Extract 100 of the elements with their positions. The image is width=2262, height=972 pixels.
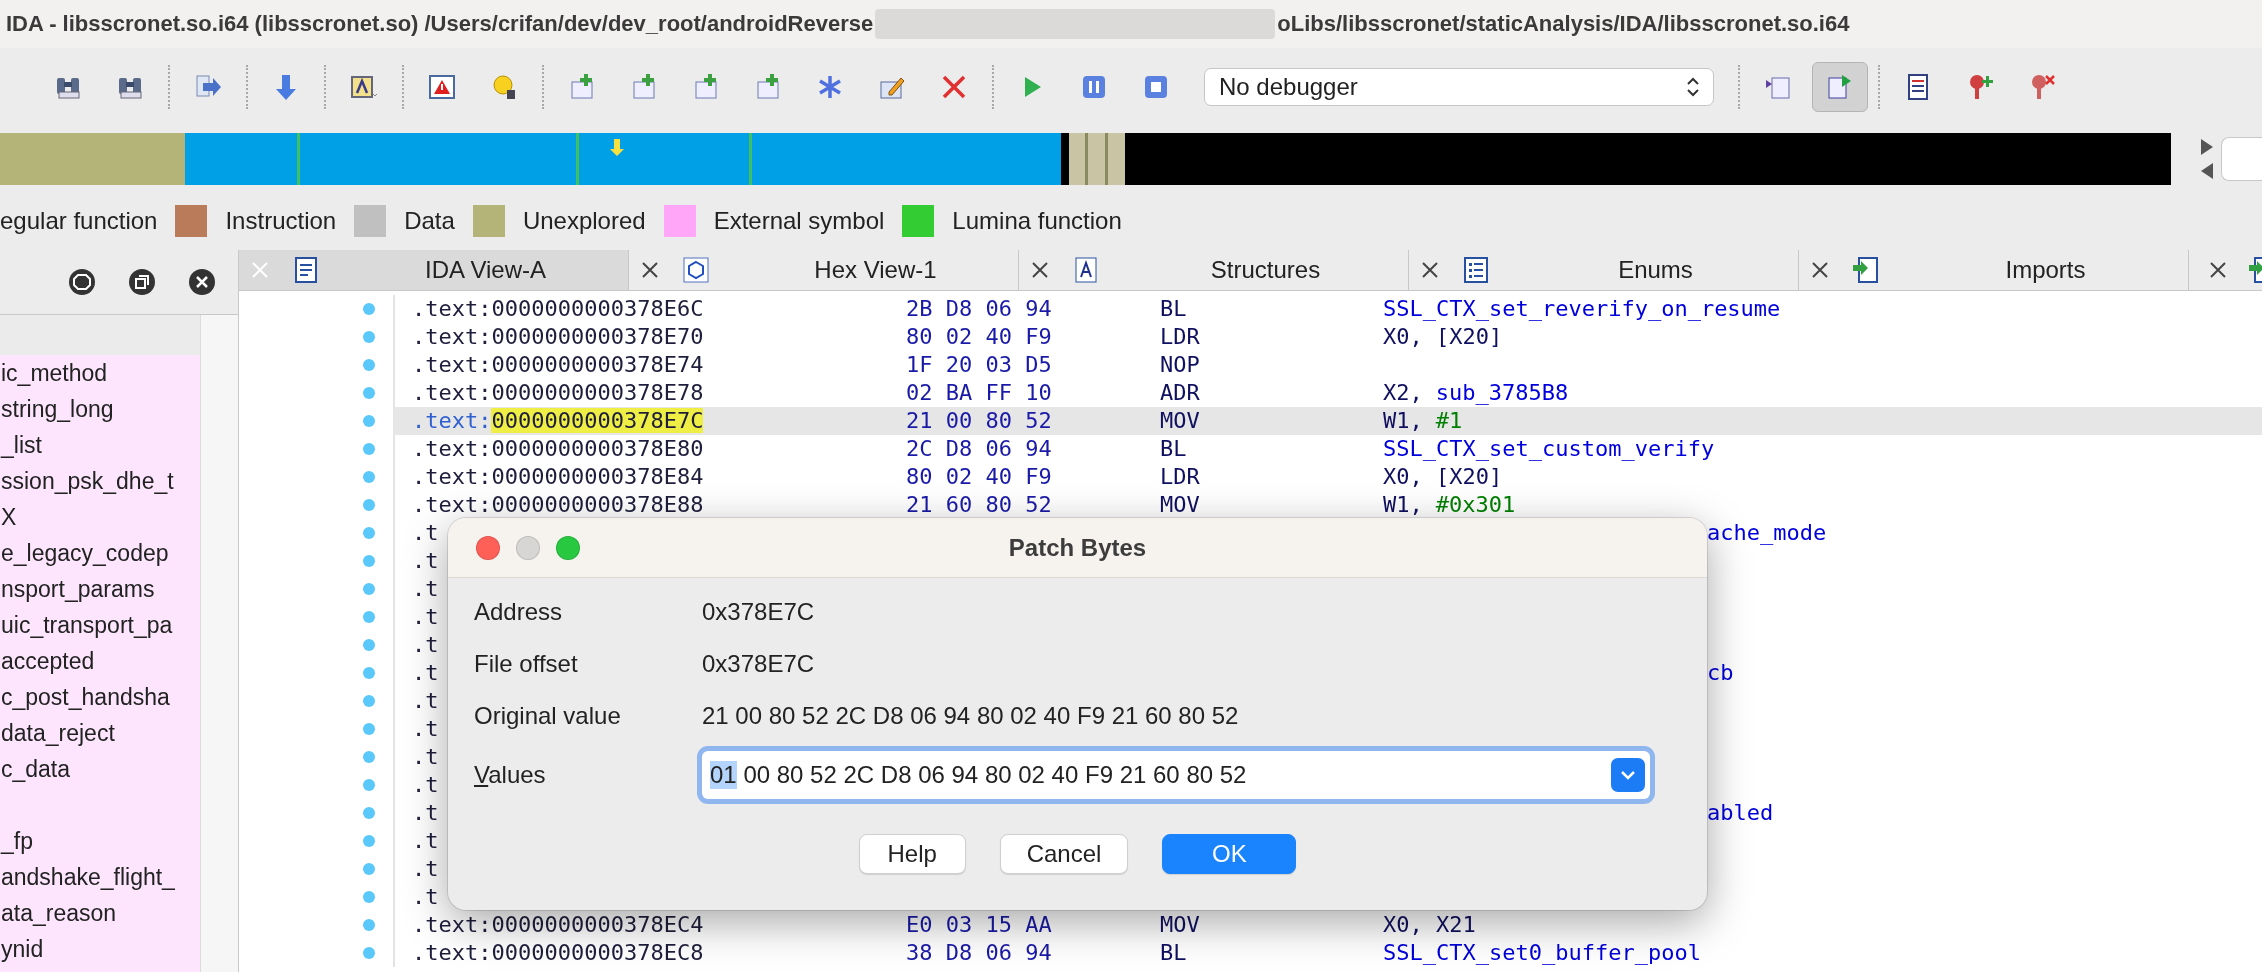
address-text: .t [412, 771, 439, 799]
function-item[interactable]: uic_transport_pa [0, 607, 200, 643]
close-icon[interactable] [641, 261, 659, 279]
address-text: 0000000000378E80 [491, 436, 704, 461]
function-item[interactable]: e_legacy_codep [0, 535, 200, 571]
line-marker-dot [363, 919, 375, 931]
address-text: 0000000000378E84 [491, 464, 704, 489]
dialog-button[interactable]: Help [858, 834, 966, 874]
zoom-button[interactable] [556, 535, 580, 560]
symbol-link[interactable]: sub_3785B8 [1435, 379, 1569, 407]
mnemonic-text: NOP [1160, 351, 1200, 379]
scroll-right-icon[interactable] [2199, 137, 2215, 156]
operand-text: X0, X21 [1383, 911, 1476, 939]
field-label: Original value [474, 702, 622, 730]
mnemonic-text: BL [1160, 939, 1187, 967]
mnemonic-text: BL [1160, 435, 1187, 463]
segment-text: .text: [412, 408, 492, 433]
function-item[interactable]: _fp [0, 787, 200, 859]
dropdown-button[interactable] [1611, 758, 1645, 792]
field-label: Values [474, 761, 547, 789]
close-icon[interactable] [1031, 261, 1049, 279]
segment-text: .text: [412, 464, 492, 489]
legend-label: External symbol [713, 207, 885, 235]
line-marker-dot [363, 331, 375, 343]
line-marker-dot [363, 611, 375, 623]
operand-text: X2, [1383, 379, 1423, 407]
dialog-button[interactable]: OK [1162, 834, 1297, 874]
operand-text: X0, [X20] [1383, 323, 1503, 351]
line-marker-dot [363, 891, 375, 903]
line-marker-dot [363, 807, 375, 819]
restore-icon[interactable] [128, 268, 156, 296]
segment-text: .text: [412, 436, 492, 461]
line-marker-dot [363, 779, 375, 791]
line-marker-dot [363, 499, 375, 511]
operand-text: W1, [1383, 491, 1423, 519]
address-text: 0000000000378EC8 [491, 940, 704, 965]
symbol-link[interactable]: SSL_CTX_set_reverify_on_resume [1383, 295, 1781, 323]
line-marker-dot [363, 443, 375, 455]
overview-box [2221, 136, 2262, 181]
function-item[interactable]: data_reject [0, 715, 200, 751]
function-item[interactable]: c_post_handsha [0, 679, 200, 715]
line-marker-dot [363, 387, 375, 399]
mnemonic-text: MOV [1160, 911, 1200, 939]
stop-icon[interactable] [68, 268, 96, 296]
field-value: 21 00 80 52 2C D8 06 94 80 02 40 F9 21 60 80 52 [702, 702, 1240, 730]
chevron-down-icon [1620, 770, 1636, 780]
line-marker-dot [363, 303, 375, 315]
close-icon[interactable] [188, 268, 216, 296]
segment-text: .text: [412, 352, 492, 377]
line-marker-dot [363, 695, 375, 707]
bytes-text: 02 BA FF 10 [906, 379, 1052, 407]
debugger-select[interactable]: No debugger [1204, 67, 1714, 106]
function-item[interactable]: andshake_flight_ [0, 859, 200, 895]
mnemonic-text: LDR [1160, 323, 1200, 351]
function-item[interactable]: ssion_psk_dhe_t [0, 463, 200, 499]
address-text: .t [412, 547, 439, 575]
function-item[interactable]: accepted [0, 643, 200, 679]
line-marker-dot [363, 723, 375, 735]
function-item[interactable]: c_data [0, 751, 200, 787]
mnemonic-text: BL [1160, 295, 1187, 323]
bytes-text: 38 D8 06 94 [906, 939, 1052, 967]
legend-label: Data [404, 207, 455, 235]
line-marker-dot [363, 835, 375, 847]
address-text: .t [412, 715, 439, 743]
function-item[interactable]: ynid [0, 931, 200, 967]
close-icon[interactable] [1811, 261, 1829, 279]
address-text: 0000000000378EC4 [491, 912, 704, 937]
bytes-text: 2B D8 06 94 [906, 295, 1052, 323]
import-icon [1851, 255, 1881, 285]
function-item[interactable]: nsport_params [0, 571, 200, 607]
legend-label: Unexplored [522, 207, 646, 235]
address-text: .t [412, 883, 439, 911]
address-text: 0000000000378E78 [491, 380, 704, 405]
tab[interactable]: IDA View-A [239, 250, 629, 290]
function-item[interactable]: string_long [0, 391, 200, 427]
address-text: .t [412, 631, 439, 659]
bytes-text: 21 00 80 52 [906, 407, 1052, 435]
dialog-button[interactable]: Cancel [999, 834, 1129, 874]
close-icon[interactable] [2209, 261, 2227, 279]
operand-text: X0, [X20] [1383, 463, 1503, 491]
bytes-text: 1F 20 03 D5 [906, 351, 1052, 379]
address-text: .t [412, 659, 439, 687]
legend-label: Lumina function [952, 207, 1122, 235]
function-item[interactable]: X [0, 499, 200, 535]
close-button[interactable] [476, 535, 500, 560]
address-text: .t [412, 603, 439, 631]
close-icon[interactable] [1421, 261, 1439, 279]
symbol-link[interactable]: SSL_CTX_set_custom_verify [1383, 435, 1715, 463]
symbol-link[interactable]: SSL_CTX_set0_buffer_pool [1383, 939, 1701, 967]
function-item[interactable]: ata_reason [0, 895, 200, 931]
function-item[interactable]: _list [0, 427, 200, 463]
address-text: .t [412, 687, 439, 715]
address-text: 0000000000378E88 [491, 492, 704, 517]
segment-text: .text: [412, 380, 492, 405]
line-marker-dot [363, 947, 375, 959]
segment-text: .text: [412, 324, 492, 349]
scroll-left-icon[interactable] [2199, 161, 2215, 180]
immediate-text: #1 [1435, 407, 1463, 435]
function-item[interactable]: ic_method [0, 355, 200, 391]
address-text: 0000000000378E74 [491, 352, 704, 377]
